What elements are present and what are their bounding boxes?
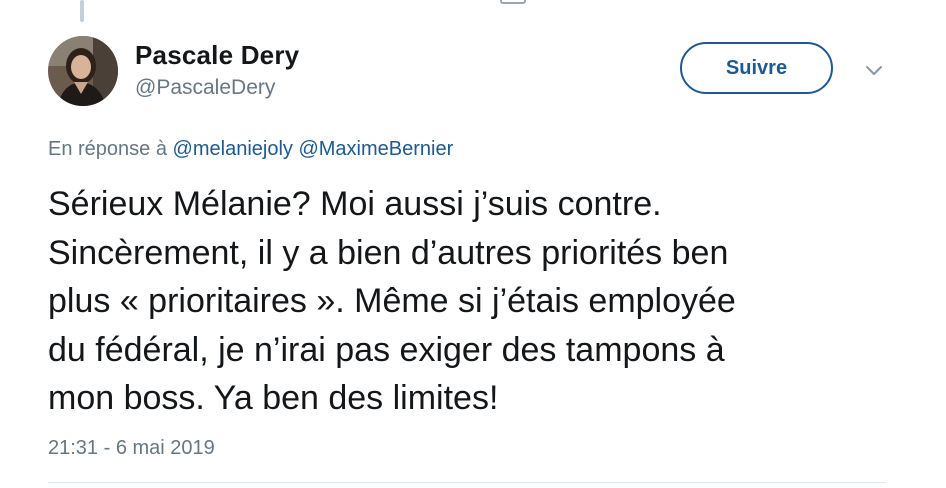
tweet-timestamp[interactable]: 21:31 - 6 mai 2019 [48, 437, 215, 460]
thread-connector-line [80, 0, 84, 22]
chevron-down-icon[interactable] [862, 58, 886, 82]
tweet-text-line: Sincèrement, il y a bien d’autres priori… [48, 233, 729, 272]
reply-icon [500, 0, 526, 4]
mention-link[interactable]: @MaximeBernier [298, 138, 453, 160]
reply-prefix: En réponse à [48, 138, 167, 160]
author-name[interactable]: Pascale Dery [135, 40, 299, 71]
tweet-text: Sérieux Mélanie? Moi aussi j’suis contre… [48, 180, 928, 423]
avatar[interactable] [48, 36, 118, 106]
tweet-text-line: du fédéral, je n’irai pas exiger des tam… [48, 330, 725, 369]
profile-photo [48, 36, 118, 106]
reply-context: En réponse à @melaniejoly @MaximeBernier [48, 138, 453, 161]
tweet-text-line: plus « prioritaires ». Même si j’étais e… [48, 282, 736, 320]
follow-button[interactable]: Suivre [680, 42, 833, 94]
author-handle[interactable]: @PascaleDery [135, 76, 275, 100]
tweet-text-line: mon boss. Ya ben des limites! [48, 379, 499, 417]
tweet-text-line: Sérieux Mélanie? Moi aussi j’suis contre… [48, 185, 662, 223]
mention-link[interactable]: @melaniejoly [173, 138, 293, 160]
divider [48, 482, 886, 483]
